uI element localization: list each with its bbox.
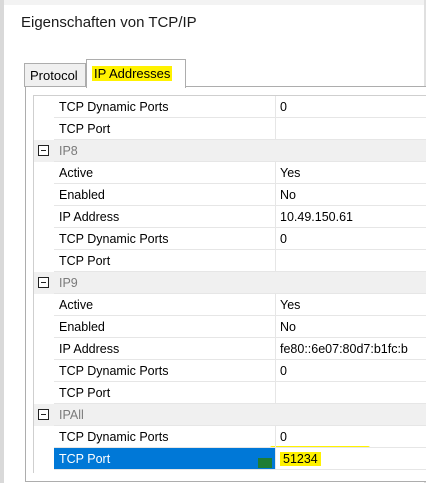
row-gutter bbox=[34, 118, 54, 140]
property-row[interactable]: TCP Dynamic Ports 0 bbox=[34, 360, 426, 382]
row-gutter bbox=[34, 316, 54, 338]
property-value[interactable] bbox=[276, 382, 426, 404]
row-gutter bbox=[34, 272, 54, 294]
property-value[interactable]: 0 bbox=[276, 360, 426, 382]
property-name: Active bbox=[54, 162, 276, 184]
row-gutter bbox=[34, 140, 54, 162]
property-row[interactable]: Enabled No bbox=[34, 184, 426, 206]
tab-protocol[interactable]: Protocol bbox=[24, 63, 86, 87]
property-name: TCP Dynamic Ports bbox=[54, 426, 276, 448]
property-row[interactable]: TCP Port bbox=[34, 250, 426, 272]
category-label: IPAll bbox=[54, 404, 426, 426]
property-name: IP Address bbox=[54, 206, 276, 228]
category-row[interactable]: IP8 bbox=[34, 140, 426, 162]
tcp-port-value[interactable]: 51234 bbox=[280, 452, 321, 466]
row-gutter bbox=[34, 206, 54, 228]
property-value[interactable]: 0 bbox=[276, 96, 426, 118]
property-name: TCP Dynamic Ports bbox=[54, 228, 276, 250]
property-name: TCP Port bbox=[54, 382, 276, 404]
annotation-marker bbox=[258, 458, 272, 468]
property-name: TCP Dynamic Ports bbox=[54, 96, 276, 118]
window-top-edge bbox=[0, 0, 426, 5]
property-value[interactable]: Yes bbox=[276, 294, 426, 316]
row-gutter bbox=[34, 404, 54, 426]
row-gutter bbox=[34, 96, 54, 118]
property-name: TCP Port bbox=[54, 118, 276, 140]
category-label: IP9 bbox=[54, 272, 426, 294]
property-value[interactable]: 10.49.150.61 bbox=[276, 206, 426, 228]
property-row[interactable]: TCP Dynamic Ports 0 bbox=[34, 96, 426, 118]
property-row[interactable]: TCP Port bbox=[34, 382, 426, 404]
tab-ip-addresses[interactable]: IP Addresses bbox=[86, 59, 186, 88]
window-title: Eigenschaften von TCP/IP bbox=[21, 14, 197, 31]
property-value[interactable]: 0 bbox=[276, 426, 426, 448]
row-gutter bbox=[34, 228, 54, 250]
tab-protocol-label: Protocol bbox=[30, 68, 78, 83]
property-name: IP Address bbox=[54, 338, 276, 360]
property-name: TCP Dynamic Ports bbox=[54, 360, 276, 382]
category-row[interactable]: IP9 bbox=[34, 272, 426, 294]
property-row[interactable]: TCP Dynamic Ports 0 bbox=[34, 228, 426, 250]
property-row[interactable]: Enabled No bbox=[34, 316, 426, 338]
category-label: IP8 bbox=[54, 140, 426, 162]
property-row[interactable]: TCP Port 51234 bbox=[34, 448, 426, 470]
property-value[interactable] bbox=[276, 118, 426, 140]
property-name: Enabled bbox=[54, 316, 276, 338]
property-value[interactable] bbox=[276, 250, 426, 272]
property-name: TCP Port bbox=[54, 250, 276, 272]
collapse-icon[interactable] bbox=[38, 145, 49, 156]
row-gutter bbox=[34, 360, 54, 382]
row-gutter bbox=[34, 184, 54, 206]
collapse-icon[interactable] bbox=[38, 409, 49, 420]
property-row[interactable]: IP Address fe80::6e07:80d7:b1fc:b bbox=[34, 338, 426, 360]
property-value[interactable]: fe80::6e07:80d7:b1fc:b bbox=[276, 338, 426, 360]
row-gutter bbox=[34, 382, 54, 404]
property-name: TCP Port bbox=[54, 448, 276, 470]
row-gutter bbox=[34, 448, 54, 470]
property-name: Active bbox=[54, 294, 276, 316]
property-row[interactable]: Active Yes bbox=[34, 162, 426, 184]
property-value[interactable]: 0 bbox=[276, 228, 426, 250]
property-grid[interactable]: TCP Dynamic Ports 0 TCP Port IP8 Active Yes En… bbox=[33, 95, 426, 473]
property-row[interactable]: TCP Port bbox=[34, 118, 426, 140]
row-gutter bbox=[34, 162, 54, 184]
property-row[interactable]: TCP Dynamic Ports 0 bbox=[34, 426, 426, 448]
property-value[interactable]: No bbox=[276, 184, 426, 206]
property-value[interactable]: Yes bbox=[276, 162, 426, 184]
row-gutter bbox=[34, 338, 54, 360]
property-value[interactable]: No bbox=[276, 316, 426, 338]
property-row[interactable]: IP Address 10.49.150.61 bbox=[34, 206, 426, 228]
tcp-port-value-field[interactable]: 51234 bbox=[276, 448, 426, 470]
row-gutter bbox=[34, 250, 54, 272]
row-gutter bbox=[34, 294, 54, 316]
collapse-icon[interactable] bbox=[38, 277, 49, 288]
property-row[interactable]: Active Yes bbox=[34, 294, 426, 316]
category-row[interactable]: IPAll bbox=[34, 404, 426, 426]
row-gutter bbox=[34, 426, 54, 448]
tab-ip-addresses-label: IP Addresses bbox=[92, 66, 173, 81]
property-name: Enabled bbox=[54, 184, 276, 206]
window-left-edge bbox=[0, 0, 4, 483]
